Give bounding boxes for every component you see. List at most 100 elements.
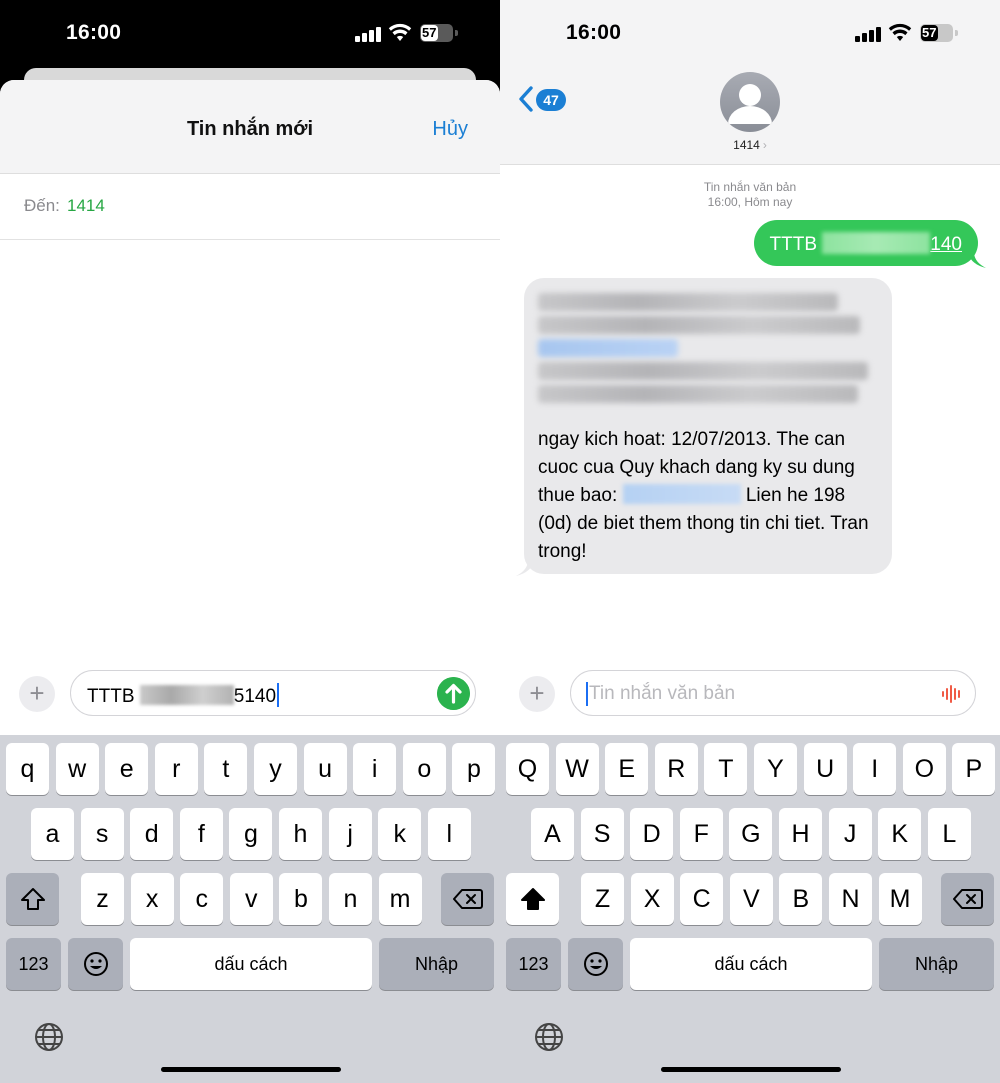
unread-count-badge[interactable]: 47	[536, 89, 566, 111]
keyboard-uppercase: Q W E R T Y U I O P A S D F G H J K L Z X C V B N M 123 dấu cách Nhậ…	[500, 735, 1000, 1083]
key-o[interactable]: o	[402, 743, 446, 795]
numbers-key[interactable]: 123	[6, 938, 61, 990]
key-l[interactable]: l	[427, 808, 471, 860]
recipient-field[interactable]: Đến: 1414	[0, 174, 500, 240]
key-t[interactable]: T	[704, 743, 748, 795]
contact-name[interactable]: 1414 ›	[500, 138, 1000, 152]
delete-icon[interactable]	[941, 873, 994, 925]
key-b[interactable]: b	[279, 873, 323, 925]
send-icon[interactable]	[437, 677, 470, 710]
space-key[interactable]: dấu cách	[630, 938, 872, 990]
key-v[interactable]: V	[729, 873, 773, 925]
key-h[interactable]: H	[779, 808, 822, 860]
key-c[interactable]: C	[680, 873, 724, 925]
incoming-message-bubble[interactable]: ngay kich hoat: 12/07/2013. The can cuoc…	[524, 278, 892, 574]
message-input[interactable]: Tin nhắn văn bản	[570, 670, 976, 716]
avatar-icon[interactable]	[720, 72, 780, 132]
key-k[interactable]: k	[378, 808, 422, 860]
return-key[interactable]: Nhập	[379, 938, 494, 990]
plus-icon[interactable]: +	[519, 676, 555, 712]
key-f[interactable]: F	[679, 808, 723, 860]
redacted-number	[822, 232, 931, 254]
battery-level: 57	[422, 25, 437, 40]
key-q[interactable]: Q	[506, 743, 549, 795]
return-key[interactable]: Nhập	[879, 938, 994, 990]
key-p[interactable]: P	[952, 743, 996, 795]
signal-icon	[355, 26, 381, 42]
key-e[interactable]: e	[105, 743, 149, 795]
key-n[interactable]: N	[829, 873, 872, 925]
outgoing-prefix: TTTB	[769, 234, 818, 255]
key-z[interactable]: z	[81, 873, 124, 925]
globe-icon[interactable]	[33, 1021, 65, 1053]
outgoing-message-bubble[interactable]: TTTB 140	[753, 220, 978, 266]
status-bar: 16:00 57	[500, 0, 1000, 68]
outgoing-suffix: 140	[930, 234, 962, 255]
key-x[interactable]: x	[130, 873, 174, 925]
audio-wave-icon[interactable]	[941, 685, 963, 703]
text-caret	[586, 682, 588, 706]
key-x[interactable]: X	[630, 873, 674, 925]
status-time: 16:00	[566, 21, 622, 44]
key-g[interactable]: g	[229, 808, 273, 860]
status-time: 16:00	[66, 21, 122, 44]
delete-icon[interactable]	[441, 873, 494, 925]
key-p[interactable]: p	[452, 743, 496, 795]
numbers-key[interactable]: 123	[506, 938, 561, 990]
plus-icon[interactable]: +	[19, 676, 55, 712]
message-input[interactable]: TTTB 5140	[70, 670, 476, 716]
key-s[interactable]: s	[80, 808, 124, 860]
signal-icon	[855, 26, 881, 42]
key-m[interactable]: M	[878, 873, 922, 925]
home-indicator[interactable]	[161, 1067, 341, 1072]
key-h[interactable]: h	[279, 808, 322, 860]
home-indicator[interactable]	[661, 1067, 841, 1072]
globe-icon[interactable]	[533, 1021, 565, 1053]
key-d[interactable]: d	[130, 808, 174, 860]
key-j[interactable]: j	[328, 808, 372, 860]
key-i[interactable]: I	[853, 743, 897, 795]
key-r[interactable]: r	[154, 743, 198, 795]
key-v[interactable]: v	[229, 873, 273, 925]
key-y[interactable]: Y	[754, 743, 797, 795]
key-i[interactable]: i	[353, 743, 397, 795]
sheet-header: Tin nhắn mới Hủy	[0, 80, 500, 174]
key-u[interactable]: U	[803, 743, 847, 795]
key-a[interactable]: A	[531, 808, 574, 860]
key-w[interactable]: W	[555, 743, 599, 795]
key-k[interactable]: K	[878, 808, 922, 860]
shift-icon[interactable]	[6, 873, 59, 925]
back-chevron-icon[interactable]	[518, 86, 534, 112]
key-w[interactable]: w	[55, 743, 99, 795]
key-t[interactable]: t	[204, 743, 248, 795]
emoji-icon[interactable]	[568, 938, 623, 990]
key-c[interactable]: c	[180, 873, 224, 925]
key-o[interactable]: O	[902, 743, 946, 795]
shift-icon[interactable]	[506, 873, 559, 925]
cancel-button[interactable]: Hủy	[432, 118, 468, 141]
key-m[interactable]: m	[378, 873, 422, 925]
key-y[interactable]: y	[254, 743, 297, 795]
key-l[interactable]: L	[927, 808, 971, 860]
space-key[interactable]: dấu cách	[130, 938, 372, 990]
keyboard-lowercase: q w e r t y u i o p a s d f g h j k l z x c v b n m 123 dấu cách Nhậ…	[0, 735, 500, 1083]
recipient-value[interactable]: 1414	[67, 196, 105, 216]
key-n[interactable]: n	[329, 873, 372, 925]
conversation-header: 47 1414 ›	[500, 68, 1000, 165]
key-b[interactable]: B	[779, 873, 823, 925]
key-a[interactable]: a	[31, 808, 74, 860]
key-u[interactable]: u	[303, 743, 347, 795]
key-d[interactable]: D	[630, 808, 674, 860]
key-f[interactable]: f	[179, 808, 223, 860]
key-z[interactable]: Z	[581, 873, 624, 925]
key-j[interactable]: J	[828, 808, 872, 860]
key-g[interactable]: G	[729, 808, 773, 860]
battery-icon: 57	[420, 24, 453, 42]
key-s[interactable]: S	[580, 808, 624, 860]
message-type-label: Tin nhắn văn bản	[703, 180, 797, 194]
key-q[interactable]: q	[6, 743, 49, 795]
emoji-icon[interactable]	[68, 938, 123, 990]
key-r[interactable]: R	[654, 743, 698, 795]
page-title: Tin nhắn mới	[186, 118, 314, 140]
key-e[interactable]: E	[605, 743, 649, 795]
